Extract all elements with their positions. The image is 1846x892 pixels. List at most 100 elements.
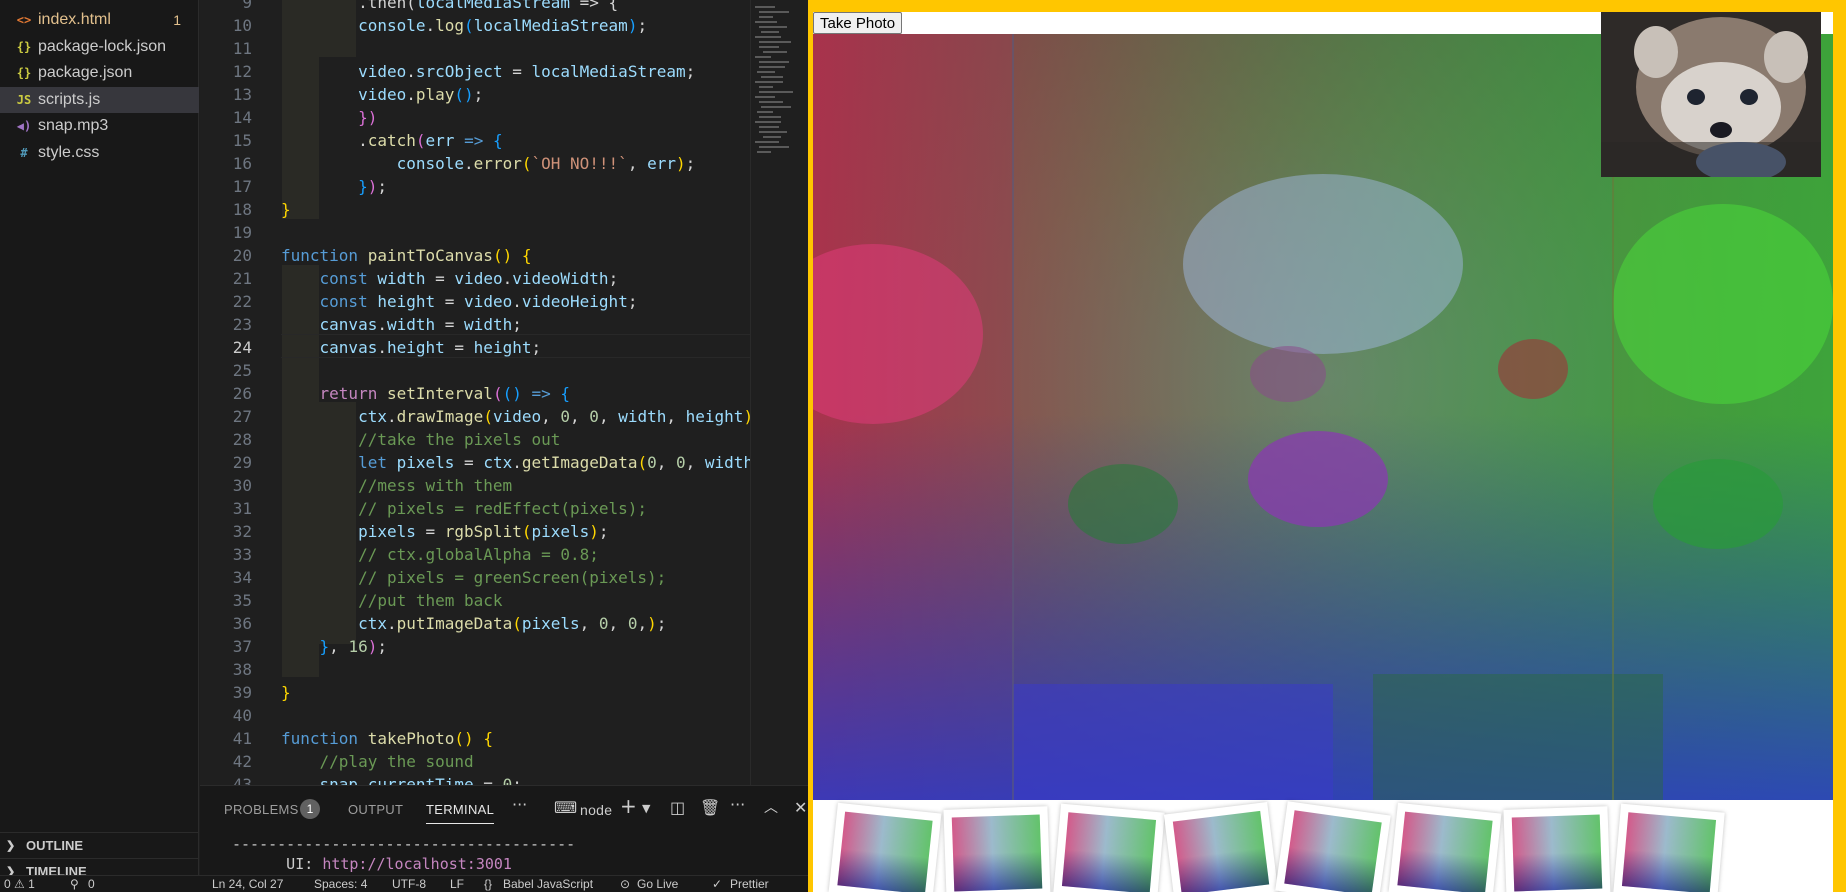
file-item[interactable]: ◀) snap.mp3 — [0, 113, 199, 139]
code-line[interactable]: 31 // pixels = redEffect(pixels); — [200, 497, 750, 520]
status-eol[interactable]: LF — [450, 877, 464, 891]
snapshot-thumbnail[interactable] — [828, 802, 942, 892]
code-line[interactable]: 20 function paintToCanvas() { — [200, 244, 750, 267]
code-token: . — [512, 292, 522, 311]
more-actions-icon[interactable]: ··· — [730, 795, 745, 814]
minimap-line — [761, 76, 783, 78]
status-position[interactable]: Ln 24, Col 27 — [212, 877, 283, 891]
code-line[interactable]: 23 canvas.width = width; — [200, 313, 750, 336]
file-name: package.json — [38, 64, 133, 81]
trash-icon[interactable]: 🗑 — [700, 798, 720, 817]
status-language[interactable]: Babel JavaScript — [503, 877, 593, 891]
code-line[interactable]: 24 canvas.height = height; — [200, 336, 750, 359]
code-token: ; — [685, 154, 696, 173]
code-line[interactable]: 10 console.log(localMediaStream); — [200, 14, 750, 37]
snapshot-thumbnail[interactable] — [1275, 801, 1391, 892]
take-photo-button[interactable]: Take Photo — [813, 12, 903, 34]
code-token: videoWidth — [512, 269, 609, 288]
file-item[interactable]: <> index.html 1 — [0, 7, 199, 33]
code-token: , — [579, 614, 599, 633]
status-problems[interactable]: 0 ⚠ 1 — [4, 877, 35, 891]
minimap-line — [759, 126, 779, 128]
terminal-name[interactable]: node — [580, 802, 612, 818]
code-line[interactable]: 14 }) — [200, 106, 750, 129]
file-item[interactable]: JS scripts.js — [0, 86, 199, 113]
file-item[interactable]: {} package-lock.json — [0, 34, 199, 60]
code-line[interactable]: 19 — [200, 221, 750, 244]
outline-section[interactable]: ❯ OUTLINE — [0, 832, 199, 858]
code-line[interactable]: 41 function takePhoto() { — [200, 727, 750, 750]
code-line[interactable]: 43 snap.currentTime = 0; — [200, 773, 750, 785]
code-line[interactable]: 40 — [200, 704, 750, 727]
code-line[interactable]: 18} — [200, 198, 750, 221]
code-text: function takePhoto() { — [281, 727, 493, 750]
code-line[interactable]: 35 //put them back — [200, 589, 750, 612]
add-terminal-icon[interactable]: + — [620, 794, 637, 818]
ports-icon[interactable]: ⚲ — [70, 877, 79, 891]
code-token: width — [377, 269, 426, 288]
code-line[interactable]: 25 — [200, 359, 750, 382]
line-number: 11 — [232, 39, 252, 58]
snapshot-thumbnail[interactable] — [1613, 803, 1725, 892]
code-line[interactable]: 13 video.play(); — [200, 83, 750, 106]
code-line[interactable]: 33 // ctx.globalAlpha = 0.8; — [200, 543, 750, 566]
chevron-up-icon[interactable]: ︿ — [764, 797, 778, 817]
code-line[interactable]: 38 — [200, 658, 750, 681]
code-line[interactable]: 26 return setInterval(() => { — [200, 382, 750, 405]
code-line[interactable]: 9 .then(localMediaStream => { — [200, 0, 750, 14]
code-line[interactable]: 29 let pixels = ctx.getImageData(0, 0, w… — [200, 451, 750, 474]
snapshot-thumbnail[interactable] — [1163, 801, 1279, 892]
code-line[interactable]: 32 pixels = rgbSplit(pixels); — [200, 520, 750, 543]
code-token: snap — [319, 775, 359, 785]
snapshot-thumbnail[interactable] — [943, 806, 1051, 892]
code-line[interactable]: 11 — [200, 37, 750, 60]
snapshot-thumbnail[interactable] — [1053, 803, 1165, 892]
status-spaces[interactable]: Spaces: 4 — [314, 877, 367, 891]
code-text: ctx.drawImage(video, 0, 0, width, height… — [281, 405, 750, 428]
code-token: function — [281, 246, 359, 265]
code-line[interactable]: 17 }); — [200, 175, 750, 198]
status-golive[interactable]: Go Live — [637, 877, 678, 891]
chevron-down-icon[interactable]: ▼ — [642, 802, 650, 815]
minimap-line — [759, 86, 773, 88]
split-terminal-icon[interactable]: ◫ — [670, 798, 685, 817]
status-encoding[interactable]: UTF-8 — [392, 877, 426, 891]
status-prettier[interactable]: Prettier — [730, 877, 769, 891]
code-line[interactable]: 34 // pixels = greenScreen(pixels); — [200, 566, 750, 589]
code-line[interactable]: 12 video.srcObject = localMediaStream; — [200, 60, 750, 83]
code-line[interactable]: 15 .catch(err => { — [200, 129, 750, 152]
code-text: video.play(); — [281, 83, 483, 106]
tab-problems[interactable]: PROBLEMS — [224, 802, 299, 817]
terminal-url-link[interactable]: http://localhost:3001 — [322, 855, 512, 873]
snapshot-thumbnail[interactable] — [1388, 802, 1502, 892]
minimap[interactable] — [750, 0, 808, 785]
file-item[interactable]: # style.css — [0, 140, 199, 166]
code-line[interactable]: 37 }, 16); — [200, 635, 750, 658]
close-panel-icon[interactable]: ✕ — [794, 798, 807, 817]
snapshot-thumbnail[interactable] — [1503, 806, 1611, 892]
tab-output[interactable]: OUTPUT — [348, 802, 403, 817]
code-line[interactable]: 39} — [200, 681, 750, 704]
code-editor[interactable]: 9 .then(localMediaStream => {10 console.… — [200, 0, 750, 785]
code-line[interactable]: 36 ctx.putImageData(pixels, 0, 0,); — [200, 612, 750, 635]
file-item[interactable]: {} package.json — [0, 60, 199, 86]
code-line[interactable]: 27 ctx.drawImage(video, 0, 0, width, hei… — [200, 405, 750, 428]
code-line[interactable]: 16 console.error(`OH NO!!!`, err); — [200, 152, 750, 175]
code-line[interactable]: 30 //mess with them — [200, 474, 750, 497]
code-token: rgbSplit — [444, 522, 522, 541]
terminal-icon[interactable]: ⌨ — [554, 798, 577, 817]
file-type-icon: <> — [16, 13, 32, 27]
code-token: `OH NO!!!` — [531, 154, 628, 173]
tab-terminal[interactable]: TERMINAL — [426, 802, 495, 824]
code-line[interactable]: 22 const height = video.videoHeight; — [200, 290, 750, 313]
code-token: let — [358, 453, 387, 472]
code-line[interactable]: 28 //take the pixels out — [200, 428, 750, 451]
code-token: => { — [569, 0, 619, 12]
code-line[interactable]: 42 //play the sound — [200, 750, 750, 773]
more-icon[interactable]: ··· — [512, 795, 527, 814]
code-line[interactable]: 21 const width = video.videoWidth; — [200, 267, 750, 290]
status-ports[interactable]: 0 — [88, 877, 95, 891]
